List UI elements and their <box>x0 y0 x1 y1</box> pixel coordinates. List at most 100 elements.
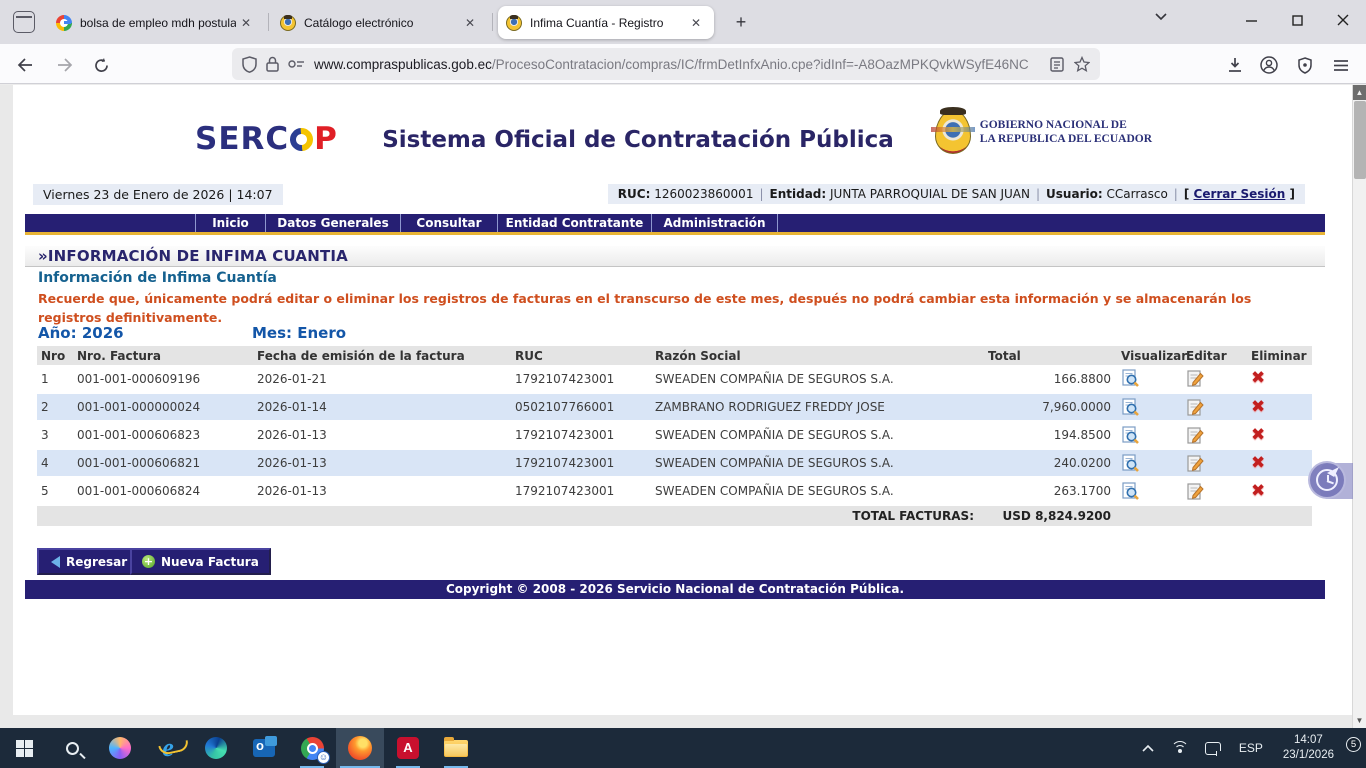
visualizar-icon[interactable] <box>1121 397 1140 417</box>
entidad-value: JUNTA PARROQUIAL DE SAN JUAN <box>830 187 1030 201</box>
table-row: 2 001-001-000000024 2026-01-14 050210776… <box>37 393 1312 422</box>
plus-icon: + <box>142 555 155 568</box>
menu-hamburger-icon[interactable] <box>1328 52 1354 78</box>
forward-button[interactable] <box>52 52 78 78</box>
eliminar-icon[interactable]: ✖ <box>1251 370 1265 387</box>
cell-razon-social: SWEADEN COMPAÑIA DE SEGUROS S.A. <box>651 449 984 478</box>
taskbar-firefox-button[interactable] <box>336 728 384 768</box>
editar-icon[interactable] <box>1186 482 1205 501</box>
government-label: GOBIERNO NACIONAL DE LA REPUBLICA DEL EC… <box>979 118 1152 145</box>
list-tabs-chevron-icon[interactable] <box>1154 12 1168 21</box>
nueva-factura-button[interactable]: + Nueva Factura <box>130 548 271 575</box>
tab-close-icon[interactable]: ✕ <box>686 14 706 32</box>
nav-item-consultar[interactable]: Consultar <box>400 214 497 232</box>
session-info-bar: RUC: 1260023860001 | Entidad: JUNTA PARROQ… <box>607 184 1305 204</box>
minimize-button[interactable] <box>1228 0 1274 40</box>
cell-total: 263.1700 <box>984 477 1117 506</box>
back-button[interactable] <box>12 52 38 78</box>
url-bar[interactable]: www.compraspublicas.gob.ec/ProcesoContra… <box>232 48 1100 80</box>
start-button[interactable] <box>0 728 48 768</box>
invoices-table-header: Nro Nro. Factura Fecha de emisión de la … <box>37 346 1312 365</box>
browser-tab-bar: bolsa de empleo mdh postular ✕ Catálogo … <box>0 0 1366 44</box>
sercop-page: SERC P Sistema Oficial de Contratación Pú… <box>13 85 1352 715</box>
scroll-up-arrow-icon[interactable]: ▲ <box>1353 85 1366 100</box>
language-indicator[interactable]: ESP <box>1229 741 1273 755</box>
editar-icon[interactable] <box>1186 369 1205 388</box>
taskbar-search-button[interactable] <box>48 728 96 768</box>
windows-logo-icon <box>15 739 33 757</box>
editar-icon[interactable] <box>1186 398 1205 417</box>
month-label: Mes: Enero <box>252 324 347 342</box>
visualizar-icon[interactable] <box>1121 369 1140 388</box>
taskbar-outlook-button[interactable] <box>240 728 288 768</box>
scroll-down-arrow-icon[interactable]: ▼ <box>1353 713 1366 728</box>
nav-item-administracion[interactable]: Administración <box>651 214 778 232</box>
section-title: Información de Infima Cuantía <box>38 270 277 286</box>
cell-factura: 001-001-000609196 <box>73 365 253 394</box>
new-tab-button[interactable]: + <box>728 10 754 36</box>
windows-taskbar: e ☺ A ESP 14:07 23/1/2026 5 <box>0 728 1366 768</box>
eliminar-icon[interactable]: ✖ <box>1251 398 1265 416</box>
taskbar-time: 14:07 <box>1294 734 1323 747</box>
tab-close-icon[interactable]: ✕ <box>236 14 256 32</box>
taskbar-ie-button[interactable]: e <box>144 728 192 768</box>
url-host: www.compraspublicas.gob.ec <box>314 56 492 72</box>
col-ruc: RUC <box>511 346 651 365</box>
editar-icon[interactable] <box>1186 426 1205 445</box>
taskbar-clock[interactable]: 14:07 23/1/2026 <box>1273 733 1344 763</box>
reader-mode-icon[interactable] <box>1050 56 1064 72</box>
browser-tab-2[interactable]: Catálogo electrónico ✕ <box>272 6 488 39</box>
close-window-button[interactable] <box>1320 0 1366 40</box>
nav-item-datos-generales[interactable]: Datos Generales <box>265 214 400 232</box>
wifi-icon[interactable] <box>1170 741 1189 755</box>
page-scrollbar[interactable]: ▲ ▼ <box>1352 85 1366 728</box>
taskbar-chrome-button[interactable]: ☺ <box>288 728 336 768</box>
regresar-button[interactable]: Regresar <box>37 548 140 575</box>
taskbar-explorer-button[interactable] <box>432 728 480 768</box>
url-text: www.compraspublicas.gob.ec/ProcesoContra… <box>314 57 1044 72</box>
reload-button[interactable] <box>88 52 114 78</box>
permissions-icon[interactable] <box>288 58 305 70</box>
taskbar-acrobat-button[interactable]: A <box>384 728 432 768</box>
breadcrumb: »INFORMACIÓN DE INFIMA CUANTIA <box>25 246 1325 267</box>
bookmark-star-icon[interactable] <box>1074 56 1090 72</box>
taskbar-edge-button[interactable] <box>192 728 240 768</box>
scrollbar-thumb[interactable] <box>1354 101 1366 179</box>
tracking-shield-icon[interactable] <box>242 55 257 73</box>
cell-ruc: 1792107423001 <box>511 477 651 506</box>
tray-chevron-icon[interactable] <box>1133 744 1163 752</box>
nav-item-entidad-contratante[interactable]: Entidad Contratante <box>497 214 651 232</box>
col-eliminar: Eliminar <box>1247 346 1312 365</box>
copilot-icon <box>109 737 131 759</box>
logout-link[interactable]: Cerrar Sesión <box>1194 187 1286 201</box>
maximize-button[interactable] <box>1274 0 1320 40</box>
col-razon-social: Razón Social <box>651 346 984 365</box>
visualizar-icon[interactable] <box>1121 425 1140 445</box>
nav-item-inicio[interactable]: Inicio <box>195 214 265 232</box>
tab-close-icon[interactable]: ✕ <box>460 14 480 32</box>
visualizar-icon[interactable] <box>1121 453 1140 473</box>
browser-tab-1[interactable]: bolsa de empleo mdh postular ✕ <box>48 6 264 39</box>
copyright-footer: Copyright © 2008 - 2026 Servicio Naciona… <box>25 580 1325 599</box>
cell-fecha: 2026-01-13 <box>253 421 511 450</box>
eliminar-icon[interactable]: ✖ <box>1251 454 1265 472</box>
visualizar-icon[interactable] <box>1121 481 1140 501</box>
cast-icon[interactable] <box>1204 741 1222 756</box>
eliminar-icon[interactable]: ✖ <box>1251 482 1265 500</box>
editar-icon[interactable] <box>1186 454 1205 473</box>
nueva-factura-label: Nueva Factura <box>161 554 259 569</box>
extensions-icon[interactable] <box>1292 52 1318 78</box>
table-row: 3 001-001-000606823 2026-01-13 179210742… <box>37 421 1312 450</box>
downloads-icon[interactable] <box>1222 52 1248 78</box>
ecuador-crest-favicon-icon <box>280 14 296 31</box>
session-clock-widget[interactable] <box>1308 461 1346 499</box>
taskbar-copilot-button[interactable] <box>96 728 144 768</box>
eliminar-icon[interactable]: ✖ <box>1251 426 1265 444</box>
cell-nro: 1 <box>37 365 73 394</box>
tab-overview-icon[interactable] <box>13 11 35 33</box>
browser-tab-active[interactable]: Infima Cuantía - Registro ✕ <box>498 6 714 39</box>
account-icon[interactable] <box>1256 52 1282 78</box>
taskbar-date: 23/1/2026 <box>1282 749 1334 761</box>
main-navigation: Inicio Datos Generales Consultar Entidad… <box>25 214 1325 235</box>
lock-icon[interactable] <box>266 56 279 72</box>
